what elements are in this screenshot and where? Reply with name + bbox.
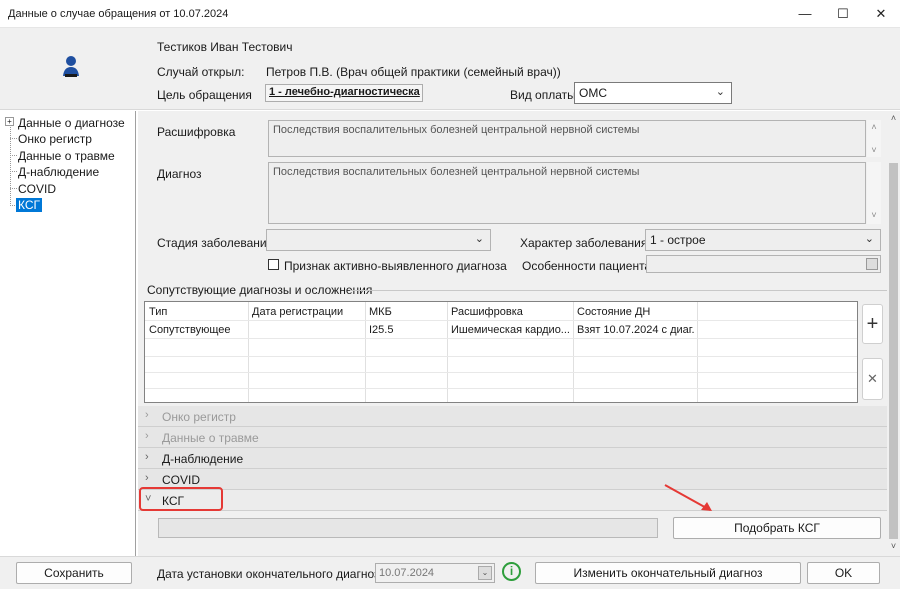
- diagnosis-scrollbar[interactable]: ˅: [867, 162, 881, 224]
- lookup-icon[interactable]: [866, 258, 878, 270]
- tree-item-diagnosis[interactable]: Данные о диагнозе: [18, 116, 125, 130]
- info-icon[interactable]: i: [502, 562, 521, 581]
- comorbid-table[interactable]: Тип Дата регистрации МКБ Расшифровка Сос…: [144, 301, 858, 403]
- title-bar: Данные о случае обращения от 10.07.2024 …: [0, 0, 900, 28]
- opened-by-label: Случай открыл:: [157, 65, 245, 79]
- diagnosis-label: Диагноз: [157, 167, 202, 181]
- ok-button[interactable]: OK: [807, 562, 880, 584]
- patient-features-field[interactable]: [646, 255, 881, 273]
- patient-name: Тестиков Иван Тестович: [157, 40, 293, 54]
- accordion-label: Онко регистр: [162, 410, 236, 424]
- remove-icon[interactable]: ✕: [862, 358, 883, 400]
- change-final-diagnosis-button[interactable]: Изменить окончательный диагноз: [535, 562, 801, 584]
- opened-by-value: Петров П.В. (Врач общей практики (семейн…: [266, 65, 561, 79]
- tree-item-trauma[interactable]: Данные о травме: [18, 149, 115, 163]
- active-diagnosis-label: Признак активно-выявленного диагноза: [284, 259, 507, 273]
- column-header[interactable]: Дата регистрации: [252, 306, 343, 318]
- final-date-value: 10.07.2024: [379, 567, 435, 579]
- user-icon: [63, 56, 79, 77]
- window-title: Данные о случае обращения от 10.07.2024: [8, 8, 229, 20]
- accordion-label: COVID: [162, 473, 201, 487]
- column-header[interactable]: Тип: [149, 306, 167, 318]
- payment-select[interactable]: ОМС ⌄: [574, 82, 732, 104]
- table-cell[interactable]: Сопутствующее: [149, 324, 245, 336]
- annotation-arrow-icon: [664, 484, 712, 511]
- decoding-field[interactable]: Последствия воспалительных болезней цент…: [268, 120, 866, 157]
- tree-connector: [10, 122, 11, 206]
- final-date-label: Дата установки окончательного диагноза:: [157, 567, 390, 581]
- scroll-up-icon[interactable]: ˄: [887, 113, 900, 123]
- calendar-dropdown-icon[interactable]: ⌄: [478, 566, 492, 580]
- chevron-right-icon: ›: [145, 472, 149, 484]
- active-diagnosis-checkbox[interactable]: [268, 259, 279, 270]
- accordion-onco[interactable]: › Онко регистр: [138, 406, 887, 427]
- table-cell[interactable]: Взят 10.07.2024 с диаг...: [577, 324, 695, 336]
- expand-icon[interactable]: +: [5, 117, 14, 126]
- accordion-label: Д-наблюдение: [162, 452, 244, 466]
- character-value: 1 - острое: [650, 233, 706, 247]
- column-header[interactable]: Расшифровка: [451, 306, 523, 318]
- decoding-scrollbar[interactable]: ˄ ˅: [867, 120, 881, 157]
- character-label: Характер заболевания: [520, 236, 648, 250]
- tree-item-onco[interactable]: Онко регистр: [18, 132, 92, 146]
- minimize-button[interactable]: —: [786, 0, 824, 28]
- case-header: Тестиков Иван Тестович Случай открыл: Пе…: [0, 28, 900, 110]
- scroll-thumb[interactable]: [889, 163, 898, 539]
- close-button[interactable]: ✕: [862, 0, 900, 28]
- highlight-box: [139, 487, 223, 511]
- accordion-covid[interactable]: › COVID: [138, 469, 887, 490]
- final-date-field[interactable]: 10.07.2024 ⌄: [375, 563, 495, 583]
- stage-select[interactable]: ⌄: [266, 229, 491, 251]
- tree-item-covid[interactable]: COVID: [18, 182, 56, 196]
- section-divider: [350, 290, 887, 291]
- accordion-trauma[interactable]: › Данные о травме: [138, 427, 887, 448]
- tree-item-ksg[interactable]: КСГ: [16, 198, 43, 212]
- patient-features-label: Особенности пациента: [522, 259, 652, 273]
- payment-label: Вид оплаты: [510, 88, 576, 102]
- maximize-button[interactable]: ☐: [824, 0, 862, 28]
- chevron-down-icon: ⌄: [715, 86, 725, 98]
- character-select[interactable]: 1 - острое ⌄: [645, 229, 881, 251]
- save-button[interactable]: Сохранить: [16, 562, 132, 584]
- purpose-field[interactable]: 1 - лечебно-диагностическа: [265, 84, 423, 102]
- stage-label: Стадия заболевания: [157, 236, 274, 250]
- column-header[interactable]: Состояние ДН: [577, 306, 650, 318]
- purpose-value: 1 - лечебно-диагностическа: [269, 86, 420, 98]
- accordion-label: Данные о травме: [162, 431, 259, 445]
- payment-value: ОМС: [579, 86, 607, 100]
- table-cell[interactable]: I25.5: [369, 324, 444, 336]
- comorbid-title: Сопутствующие диагнозы и осложнения: [147, 283, 373, 297]
- table-cell[interactable]: Ишемическая кардио...: [451, 324, 571, 336]
- chevron-right-icon: ›: [145, 409, 149, 421]
- column-header[interactable]: МКБ: [369, 306, 392, 318]
- accordion-ksg[interactable]: ˅ КСГ: [138, 490, 887, 511]
- chevron-right-icon: ›: [145, 430, 149, 442]
- chevron-right-icon: ›: [145, 451, 149, 463]
- add-icon[interactable]: +: [862, 304, 883, 344]
- chevron-down-icon: ⌄: [474, 233, 484, 245]
- main-scrollbar[interactable]: ˄ ˅: [887, 111, 900, 556]
- tree-item-d-observation[interactable]: Д-наблюдение: [18, 165, 99, 179]
- scroll-down-icon[interactable]: ˅: [887, 541, 900, 551]
- chevron-down-icon: ⌄: [864, 233, 874, 245]
- diagnosis-value: Последствия воспалительных болезней цент…: [273, 166, 640, 178]
- ksg-field[interactable]: [158, 518, 658, 538]
- decoding-label: Расшифровка: [157, 125, 236, 139]
- select-ksg-button[interactable]: Подобрать КСГ: [673, 517, 881, 539]
- decoding-value: Последствия воспалительных болезней цент…: [273, 124, 640, 136]
- diagnosis-field[interactable]: Последствия воспалительных болезней цент…: [268, 162, 866, 224]
- accordion-d-observation[interactable]: › Д-наблюдение: [138, 448, 887, 469]
- purpose-label: Цель обращения: [157, 88, 252, 102]
